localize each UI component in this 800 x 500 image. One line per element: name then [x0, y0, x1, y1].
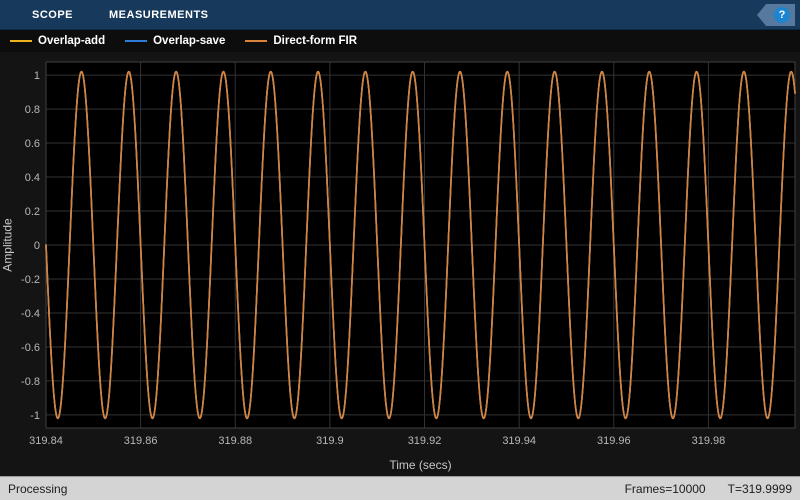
- y-tick-label: 1: [34, 70, 40, 82]
- y-tick-label: -0.6: [21, 342, 40, 354]
- y-tick-label: 0.2: [25, 206, 40, 218]
- scope-window: SCOPE MEASUREMENTS ? Overlap-add Overlap…: [0, 0, 800, 500]
- x-tick-label: 319.88: [218, 435, 252, 447]
- y-tick-label: 0: [34, 240, 40, 252]
- x-tick-label: 319.98: [692, 435, 726, 447]
- legend-label: Overlap-add: [38, 35, 106, 47]
- status-frames: Frames=10000: [624, 481, 706, 496]
- legend-item-overlap-add[interactable]: Overlap-add: [10, 35, 105, 47]
- legend-swatch: [245, 40, 268, 42]
- y-tick-label: 0.4: [25, 172, 40, 184]
- legend-item-direct-form-fir[interactable]: Direct-form FIR: [245, 35, 357, 47]
- waveform-plot[interactable]: 319.84 319.86 319.88 319.9 319.92 319.94 319.9…: [0, 52, 800, 476]
- status-bar: Processing Frames=10000 T=319.9999: [0, 476, 800, 500]
- question-icon: ?: [774, 7, 790, 23]
- x-tick-label: 319.84: [29, 435, 63, 447]
- x-tick-label: 319.92: [408, 435, 442, 447]
- x-tick-label: 319.96: [597, 435, 631, 447]
- y-tick-label: 0.8: [25, 104, 40, 116]
- legend-item-overlap-save[interactable]: Overlap-save: [125, 35, 225, 47]
- tab-scope[interactable]: SCOPE: [14, 0, 91, 29]
- x-tick-label: 319.9: [316, 435, 344, 447]
- help-button[interactable]: ?: [757, 4, 795, 26]
- x-tick-label: 319.94: [502, 435, 536, 447]
- y-tick-label: -0.8: [21, 376, 40, 388]
- y-tick-label: -1: [30, 410, 40, 422]
- legend-swatch: [10, 40, 32, 42]
- y-tick-label: -0.4: [21, 308, 40, 320]
- legend: Overlap-add Overlap-save Direct-form FIR: [0, 30, 800, 52]
- status-time: T=319.9999: [727, 481, 792, 496]
- legend-label: Overlap-save: [153, 35, 226, 47]
- status-processing: Processing: [8, 481, 68, 496]
- x-tick-label: 319.86: [124, 435, 158, 447]
- chart-area[interactable]: 319.84 319.86 319.88 319.9 319.92 319.94 319.9…: [0, 52, 800, 476]
- toolstrip: SCOPE MEASUREMENTS ?: [0, 0, 800, 30]
- tab-measurements[interactable]: MEASUREMENTS: [91, 0, 227, 29]
- legend-label: Direct-form FIR: [273, 35, 358, 47]
- y-tick-label: -0.2: [21, 274, 40, 286]
- y-tick-label: 0.6: [25, 138, 40, 150]
- legend-swatch: [125, 40, 148, 42]
